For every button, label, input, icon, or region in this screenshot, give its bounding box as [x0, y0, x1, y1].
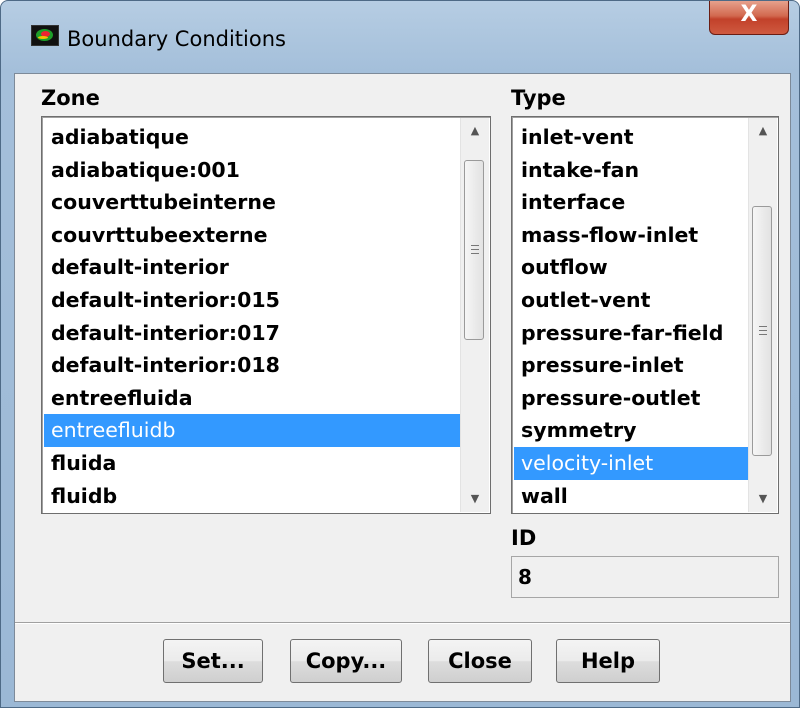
- zone-scrollbar[interactable]: ▲ ▼: [460, 118, 489, 512]
- scroll-thumb[interactable]: [752, 206, 772, 456]
- zone-list-item[interactable]: adiabatique: [44, 121, 460, 154]
- zone-list-item[interactable]: couvrttubeexterne: [44, 219, 460, 252]
- zone-list-item[interactable]: adiabatique:001: [44, 154, 460, 187]
- scroll-thumb[interactable]: [464, 160, 484, 340]
- scroll-up-arrow-icon[interactable]: ▲: [749, 118, 777, 144]
- scroll-down-arrow-icon[interactable]: ▼: [749, 486, 777, 512]
- zone-list-item[interactable]: default-interior:017: [44, 317, 460, 350]
- type-list-item[interactable]: pressure-outlet: [514, 382, 748, 415]
- scroll-down-arrow-icon[interactable]: ▼: [461, 486, 489, 512]
- type-list-item[interactable]: pressure-far-field: [514, 317, 748, 350]
- zone-label: Zone: [41, 86, 100, 110]
- type-list-item[interactable]: pressure-inlet: [514, 349, 748, 382]
- zone-list-item[interactable]: default-interior:015: [44, 284, 460, 317]
- zone-list-item[interactable]: couverttubeinterne: [44, 186, 460, 219]
- separator: [15, 622, 790, 624]
- help-button[interactable]: Help: [556, 639, 660, 683]
- zone-listbox[interactable]: adiabatique adiabatique:001 couverttubeint…: [41, 116, 491, 514]
- type-list-item[interactable]: intake-fan: [514, 154, 748, 187]
- boundary-conditions-window: Boundary Conditions X Zone adiabatique ad…: [0, 0, 800, 708]
- zone-list-item[interactable]: entreefluida: [44, 382, 460, 415]
- type-scrollbar[interactable]: ▲ ▼: [748, 118, 777, 512]
- zone-list-item[interactable]: default-interior:018: [44, 349, 460, 382]
- zone-list-item[interactable]: entreefluidb: [44, 414, 460, 447]
- type-list-item[interactable]: outflow: [514, 251, 748, 284]
- type-list-item[interactable]: wall: [514, 480, 748, 513]
- title-bar[interactable]: Boundary Conditions X: [1, 1, 799, 73]
- close-icon: X: [740, 2, 758, 27]
- scroll-up-arrow-icon[interactable]: ▲: [461, 118, 489, 144]
- zone-list: adiabatique adiabatique:001 couverttubeint…: [44, 121, 460, 512]
- copy-button[interactable]: Copy...: [290, 639, 402, 683]
- type-list: inlet-vent intake-fan interface mass-flow-i…: [514, 121, 748, 512]
- close-button[interactable]: Close: [428, 639, 532, 683]
- set-button[interactable]: Set...: [163, 639, 263, 683]
- zone-list-item[interactable]: fluida: [44, 447, 460, 480]
- close-window-button[interactable]: X: [709, 1, 789, 35]
- id-field: 8: [511, 556, 779, 598]
- fluent-app-icon: [31, 25, 59, 46]
- type-list-item[interactable]: inlet-vent: [514, 121, 748, 154]
- type-listbox[interactable]: inlet-vent intake-fan interface mass-flow-i…: [511, 116, 779, 514]
- type-list-item[interactable]: outlet-vent: [514, 284, 748, 317]
- id-label: ID: [511, 526, 537, 550]
- zone-list-item[interactable]: fluidb: [44, 480, 460, 513]
- type-list-item[interactable]: mass-flow-inlet: [514, 219, 748, 252]
- type-list-item[interactable]: velocity-inlet: [514, 446, 748, 480]
- dialog-body: Zone adiabatique adiabatique:001 couverttu…: [14, 73, 791, 702]
- window-title: Boundary Conditions: [67, 27, 286, 51]
- type-list-item[interactable]: interface: [514, 186, 748, 219]
- type-label: Type: [511, 86, 566, 110]
- type-list-item[interactable]: symmetry: [514, 414, 748, 447]
- zone-list-item[interactable]: default-interior: [44, 251, 460, 284]
